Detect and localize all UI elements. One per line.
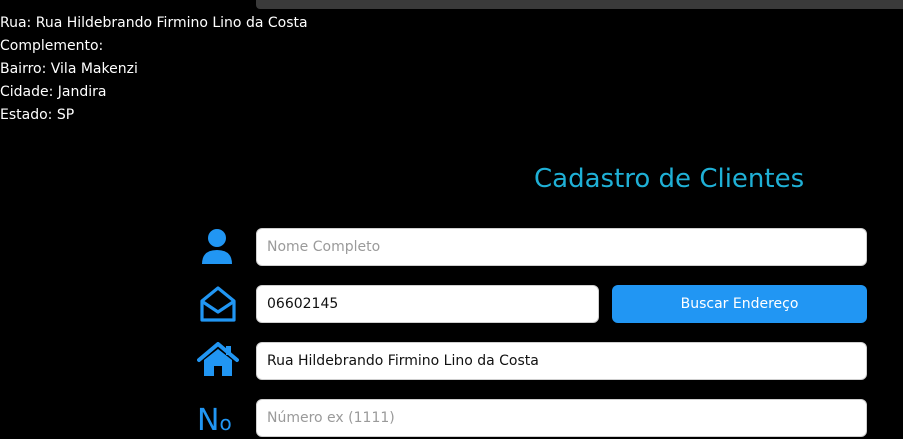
number-icon-letter: N	[197, 403, 220, 438]
buscar-endereco-button[interactable]: Buscar Endereço	[612, 285, 867, 323]
cep-input[interactable]	[256, 285, 599, 323]
home-icon	[197, 342, 239, 376]
top-bar	[256, 0, 903, 9]
bairro-line: Bairro: Vila Makenzi	[0, 61, 138, 77]
page-title: Cadastro de Clientes	[534, 164, 805, 194]
complemento-line: Complemento:	[0, 38, 104, 54]
estado-line: Estado: SP	[0, 107, 75, 123]
number-icon: No	[197, 403, 232, 439]
nome-completo-input[interactable]	[256, 228, 867, 266]
address-info: Rua: Rua Hildebrando Firmino Lino da Cos…	[0, 12, 308, 127]
envelope-open-icon	[200, 286, 236, 322]
endereco-input[interactable]	[256, 342, 867, 380]
number-icon-sup: o	[219, 411, 232, 435]
numero-input[interactable]	[256, 399, 867, 437]
cidade-line: Cidade: Jandira	[0, 84, 107, 100]
rua-line: Rua: Rua Hildebrando Firmino Lino da Cos…	[0, 15, 308, 31]
user-icon	[202, 229, 232, 264]
